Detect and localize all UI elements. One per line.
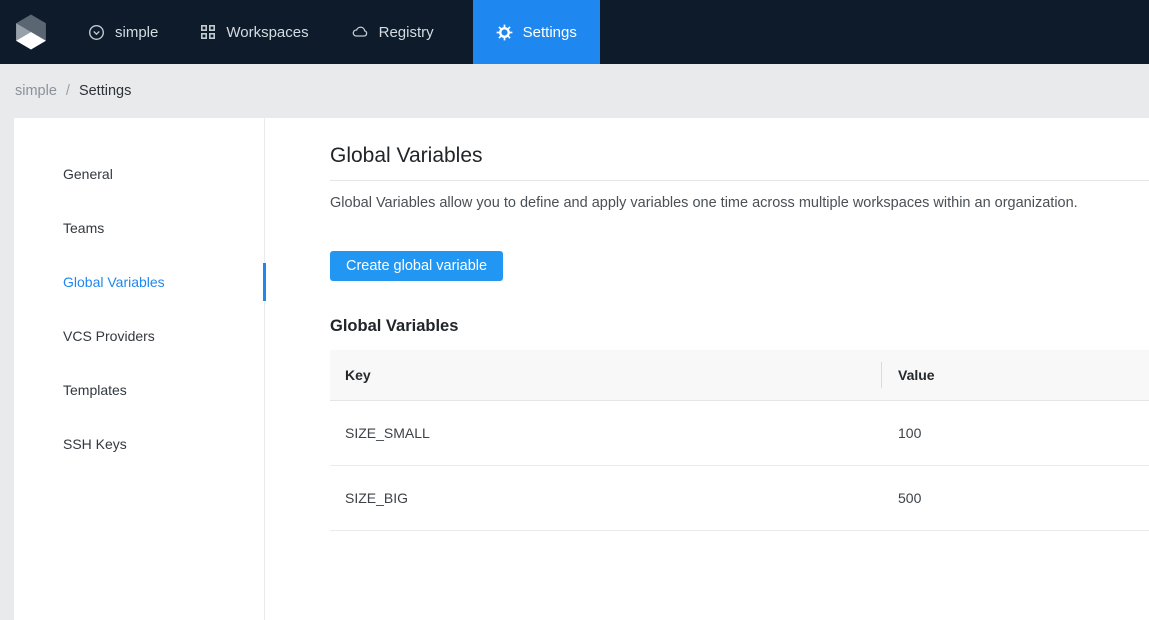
column-divider [881, 362, 882, 388]
create-global-variable-button[interactable]: Create global variable [330, 251, 503, 281]
app-logo[interactable] [0, 0, 62, 64]
sidebar-item-label: SSH Keys [63, 436, 127, 452]
sidebar-item-teams[interactable]: Teams [14, 201, 264, 255]
variables-section-title: Global Variables [330, 317, 1149, 336]
global-variables-table: Key Value SIZE_SMALL 100 SIZE_BIG 5 [330, 350, 1149, 531]
sidebar-item-general[interactable]: General [14, 147, 264, 201]
sidebar-item-vcs-providers[interactable]: VCS Providers [14, 309, 264, 363]
hexagon-cube-logo-icon [10, 11, 52, 53]
variable-key-cell: SIZE_SMALL [330, 400, 881, 465]
column-header-value: Value [881, 350, 1149, 400]
page-title: Global Variables [330, 144, 1149, 181]
top-navbar: simple Workspaces Registry [0, 0, 1149, 64]
breadcrumb-separator: / [66, 83, 70, 99]
breadcrumb-current-settings: Settings [79, 83, 131, 99]
page-description: Global Variables allow you to define and… [330, 195, 1149, 211]
settings-sidebar: General Teams Global Variables VCS Provi… [14, 118, 265, 620]
sidebar-item-label: Teams [63, 220, 104, 236]
nav-label-registry: Registry [379, 24, 434, 41]
sidebar-item-ssh-keys[interactable]: SSH Keys [14, 417, 264, 471]
workspaces-grid-icon [200, 24, 216, 40]
nav-item-workspaces[interactable]: Workspaces [179, 0, 329, 64]
app-root: simple Workspaces Registry [0, 0, 1149, 620]
breadcrumb: simple / Settings [0, 64, 1149, 118]
column-header-key: Key [330, 350, 881, 400]
nav-label-workspaces: Workspaces [226, 24, 308, 41]
nav-item-settings[interactable]: Settings [473, 0, 600, 64]
sidebar-item-global-variables[interactable]: Global Variables [14, 255, 264, 309]
table-header-row: Key Value [330, 350, 1149, 400]
sidebar-item-templates[interactable]: Templates [14, 363, 264, 417]
variable-value-cell: 500 [881, 465, 1149, 530]
sidebar-item-label: Templates [63, 382, 127, 398]
nav-label-settings: Settings [523, 24, 577, 41]
variable-value-cell: 100 [881, 400, 1149, 465]
chevron-down-circle-icon [88, 24, 105, 41]
nav-item-org-simple[interactable]: simple [62, 0, 179, 64]
table-row[interactable]: SIZE_BIG 500 [330, 465, 1149, 530]
sidebar-item-label: General [63, 166, 113, 182]
sidebar-item-label: Global Variables [63, 274, 165, 290]
settings-content: Global Variables Global Variables allow … [265, 118, 1149, 620]
active-item-indicator [263, 263, 266, 301]
settings-panel: General Teams Global Variables VCS Provi… [14, 118, 1149, 620]
cloud-icon [351, 24, 369, 40]
table-row[interactable]: SIZE_SMALL 100 [330, 400, 1149, 465]
sidebar-item-label: VCS Providers [63, 328, 155, 344]
nav-item-registry[interactable]: Registry [330, 0, 455, 64]
variable-key-cell: SIZE_BIG [330, 465, 881, 530]
nav-label-simple: simple [115, 24, 158, 41]
gear-icon [496, 24, 513, 41]
column-header-value-label: Value [898, 367, 935, 383]
breadcrumb-link-simple[interactable]: simple [15, 83, 57, 99]
